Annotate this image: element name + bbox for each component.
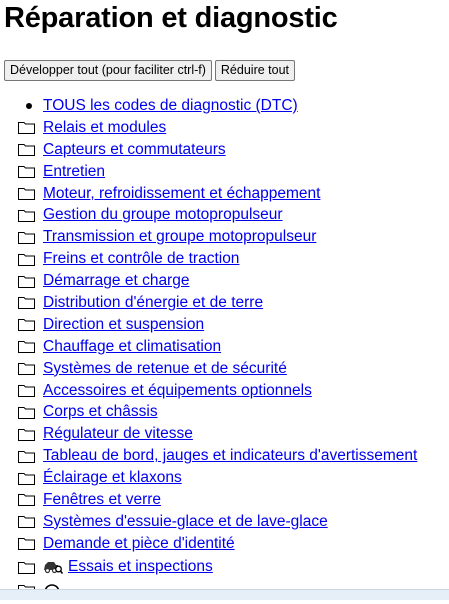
tree-link-engine[interactable]: Moteur, refroidissement et échappement (43, 185, 320, 203)
folder-icon[interactable] (18, 362, 35, 376)
tree-item-steering: Direction et suspension (18, 314, 449, 336)
folder-icon[interactable] (18, 275, 35, 288)
tree-link-restraints[interactable]: Systèmes de retenue et de sécurité (43, 360, 287, 378)
tree-item-wipers: Systèmes d'essuie-glace et de lave-glace (18, 511, 449, 533)
tree-link-maintenance[interactable]: Entretien (43, 163, 105, 181)
folder-icon[interactable] (18, 231, 35, 244)
page-title: Réparation et diagnostic (4, 2, 338, 34)
folder-icon[interactable] (18, 165, 35, 179)
folder-icon[interactable] (18, 384, 35, 398)
tree-link-all-dtc[interactable]: TOUS les codes de diagnostic (DTC) (43, 97, 298, 115)
tree-item-all-dtc: TOUS les codes de diagnostic (DTC) (18, 95, 449, 117)
status-bar (0, 589, 449, 600)
tree-item-lighting: Éclairage et klaxons (18, 467, 449, 489)
folder-icon[interactable] (18, 493, 35, 507)
tree-link-tests[interactable]: Essais et inspections (68, 558, 213, 576)
tree-item-accessories: Accessoires et équipements optionnels (18, 380, 449, 402)
tree-item-powertrain-mgmt: Gestion du groupe motopropulseur (18, 204, 449, 226)
tree-item-body: Corps et châssis (18, 401, 449, 423)
tree-item-transmission: Transmission et groupe motopropulseur (18, 226, 449, 248)
tree-link-body[interactable]: Corps et châssis (43, 403, 158, 421)
car-inspection-icon (43, 559, 64, 575)
folder-icon[interactable] (18, 472, 35, 485)
folder-icon[interactable] (18, 318, 35, 332)
folder-icon[interactable] (18, 296, 35, 310)
tree-item-restraints: Systèmes de retenue et de sécurité (18, 358, 449, 380)
folder-icon[interactable] (18, 143, 35, 157)
tree-link-steering[interactable]: Direction et suspension (43, 316, 204, 334)
tree-item-relays: Relais et modules (18, 117, 449, 139)
folder-icon[interactable] (18, 537, 35, 551)
tree-link-brakes[interactable]: Freins et contrôle de traction (43, 250, 239, 268)
collapse-all-button[interactable]: Réduire tout (214, 60, 296, 81)
tree-item-cruise: Régulateur de vitesse (18, 423, 449, 445)
tree-item-engine: Moteur, refroidissement et échappement (18, 183, 449, 205)
tree-link-wipers[interactable]: Systèmes d'essuie-glace et de lave-glace (43, 513, 328, 531)
folder-icon[interactable] (18, 561, 35, 574)
tree-item-hvac: Chauffage et climatisation (18, 336, 449, 358)
tree-link-powertrain-mgmt[interactable]: Gestion du groupe motopropulseur (43, 206, 283, 224)
tree-link-identification[interactable]: Demande et pièce d'identité (43, 535, 235, 553)
folder-icon[interactable] (18, 428, 35, 441)
bullet-icon (26, 102, 32, 109)
folder-icon[interactable] (18, 340, 35, 354)
tree-link-hvac[interactable]: Chauffage et climatisation (43, 338, 221, 356)
folder-icon[interactable] (18, 209, 35, 222)
tree-link-power-distribution[interactable]: Distribution d'énergie et de terre (43, 294, 263, 312)
tree-item-sensors: Capteurs et commutateurs (18, 139, 449, 161)
tree-link-dashboard[interactable]: Tableau de bord, jauges et indicateurs d… (43, 447, 417, 465)
folder-icon[interactable] (18, 515, 35, 529)
tree-link-transmission[interactable]: Transmission et groupe motopropulseur (43, 228, 316, 246)
tree-item-starting: Démarrage et charge (18, 270, 449, 292)
expand-all-button[interactable]: Développer tout (pour faciliter ctrl-f) (4, 60, 212, 81)
folder-icon[interactable] (18, 121, 35, 135)
tree-item-brakes: Freins et contrôle de traction (18, 248, 449, 270)
tree-link-cruise[interactable]: Régulateur de vitesse (43, 425, 193, 443)
tree-link-starting[interactable]: Démarrage et charge (43, 272, 189, 290)
folder-icon[interactable] (18, 187, 35, 200)
category-tree: TOUS les codes de diagnostic (DTC) Relai… (18, 95, 449, 602)
tree-link-windows[interactable]: Fenêtres et verre (43, 491, 161, 509)
tree-link-sensors[interactable]: Capteurs et commutateurs (43, 141, 226, 159)
tree-link-relays[interactable]: Relais et modules (43, 119, 166, 137)
toolbar: Développer tout (pour faciliter ctrl-f) … (4, 60, 296, 81)
tree-link-accessories[interactable]: Accessoires et équipements optionnels (43, 382, 312, 400)
tree-item-windows: Fenêtres et verre (18, 489, 449, 511)
folder-icon[interactable] (18, 450, 35, 463)
folder-icon[interactable] (18, 253, 35, 266)
tree-link-lighting[interactable]: Éclairage et klaxons (43, 469, 182, 487)
tree-item-identification: Demande et pièce d'identité (18, 533, 449, 555)
folder-icon[interactable] (18, 406, 35, 419)
tree-item-maintenance: Entretien (18, 161, 449, 183)
tree-item-tests: Essais et inspections (18, 555, 449, 580)
tree-item-power-distribution: Distribution d'énergie et de terre (18, 292, 449, 314)
tree-item-dashboard: Tableau de bord, jauges et indicateurs d… (18, 445, 449, 467)
